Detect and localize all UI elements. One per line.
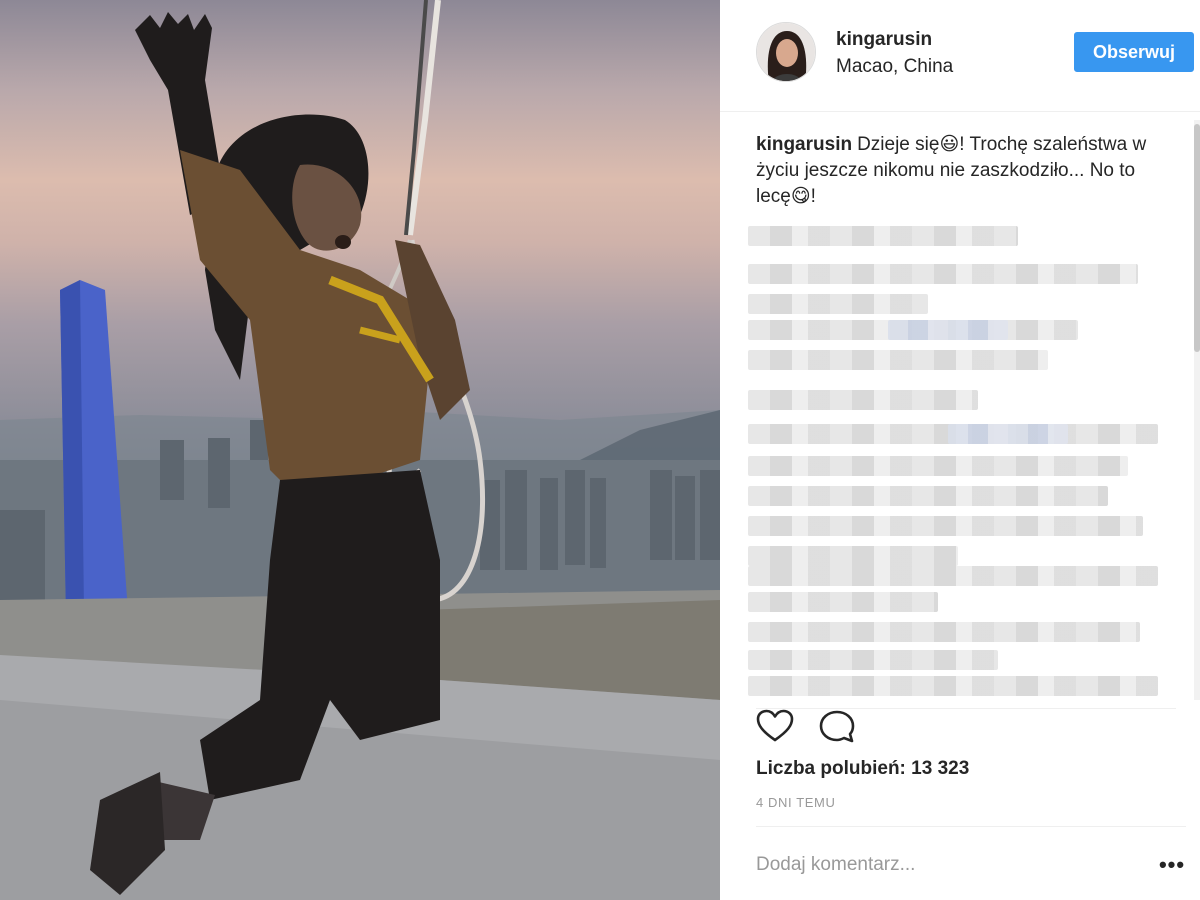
pixelated-comment-line [748, 390, 978, 410]
post-timestamp[interactable]: 4 DNI TEMU [756, 795, 835, 810]
pixelated-comment-line [748, 264, 1138, 284]
follow-button[interactable]: Obserwuj [1074, 32, 1194, 72]
comment-icon[interactable] [818, 709, 856, 745]
comment-input[interactable] [756, 849, 1116, 881]
comments-scrollbar-thumb[interactable] [1194, 124, 1200, 352]
pixelated-comments [748, 224, 1172, 700]
pixelated-comment-line [748, 226, 1018, 246]
pixelated-comment-line [748, 650, 998, 670]
photo-illustration [0, 0, 720, 900]
caption: kingarusin Dzieje się😃! Trochę szaleństwa… [756, 132, 1156, 210]
caption-username[interactable]: kingarusin [756, 134, 852, 155]
post-side-panel: kingarusin Macao, China Obserwuj kingaru… [720, 0, 1200, 900]
pixelated-comment-line [748, 294, 928, 314]
pixelated-comment-link [888, 320, 1008, 340]
pixelated-comment-line [748, 456, 1128, 476]
post-header: kingarusin Macao, China Obserwuj [720, 0, 1200, 112]
username[interactable]: kingarusin [836, 29, 932, 51]
pixelated-comment-line [748, 566, 1158, 586]
pixelated-comment-line [748, 486, 1108, 506]
pixelated-comment-line [748, 622, 1140, 642]
avatar-image [757, 23, 815, 81]
pixelated-comment-link [948, 424, 1068, 444]
pixelated-comment-line [748, 516, 1143, 536]
heart-icon[interactable] [756, 709, 794, 745]
pixelated-comment-line [748, 592, 938, 612]
more-options-icon[interactable]: ••• [1158, 854, 1186, 876]
pixelated-comment-line [748, 676, 1158, 696]
pixelated-comment-line [748, 546, 958, 566]
avatar[interactable] [756, 22, 816, 82]
comment-bar: ••• [756, 826, 1186, 900]
likes-count[interactable]: Liczba polubień: 13 323 [756, 758, 969, 780]
pixelated-comment-line [748, 350, 1048, 370]
location[interactable]: Macao, China [836, 56, 953, 78]
post-actions [756, 708, 1176, 744]
post-photo[interactable] [0, 0, 720, 900]
